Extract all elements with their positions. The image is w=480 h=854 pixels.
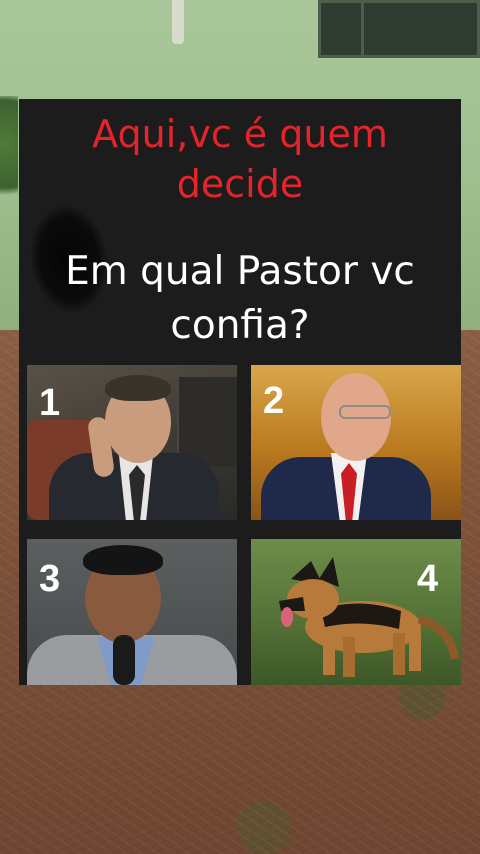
- headline: Aqui,vc é quem decide: [19, 109, 461, 209]
- option-4-number: 4: [417, 558, 439, 600]
- headline-line-1: Aqui,vc é quem: [92, 112, 388, 156]
- background-plant: [0, 96, 18, 216]
- option-1-number: 1: [39, 382, 61, 424]
- option-3-photo[interactable]: 3: [27, 539, 237, 685]
- question: Em qual Pastor vc confia?: [19, 245, 461, 353]
- question-line-2: confia?: [170, 303, 310, 348]
- option-1-photo[interactable]: 1: [27, 365, 237, 520]
- option-3-number: 3: [39, 558, 61, 600]
- option-2-number: 2: [263, 380, 285, 422]
- background-window: [318, 0, 480, 58]
- option-4-photo[interactable]: 4: [251, 539, 461, 685]
- background-lamp: [172, 0, 184, 44]
- poll-card: Aqui,vc é quem decide Em qual Pastor vc …: [19, 99, 461, 685]
- option-2-photo[interactable]: 2: [251, 365, 461, 520]
- question-line-1: Em qual Pastor vc: [65, 249, 415, 294]
- options-grid: 1 2 3 4: [27, 365, 461, 685]
